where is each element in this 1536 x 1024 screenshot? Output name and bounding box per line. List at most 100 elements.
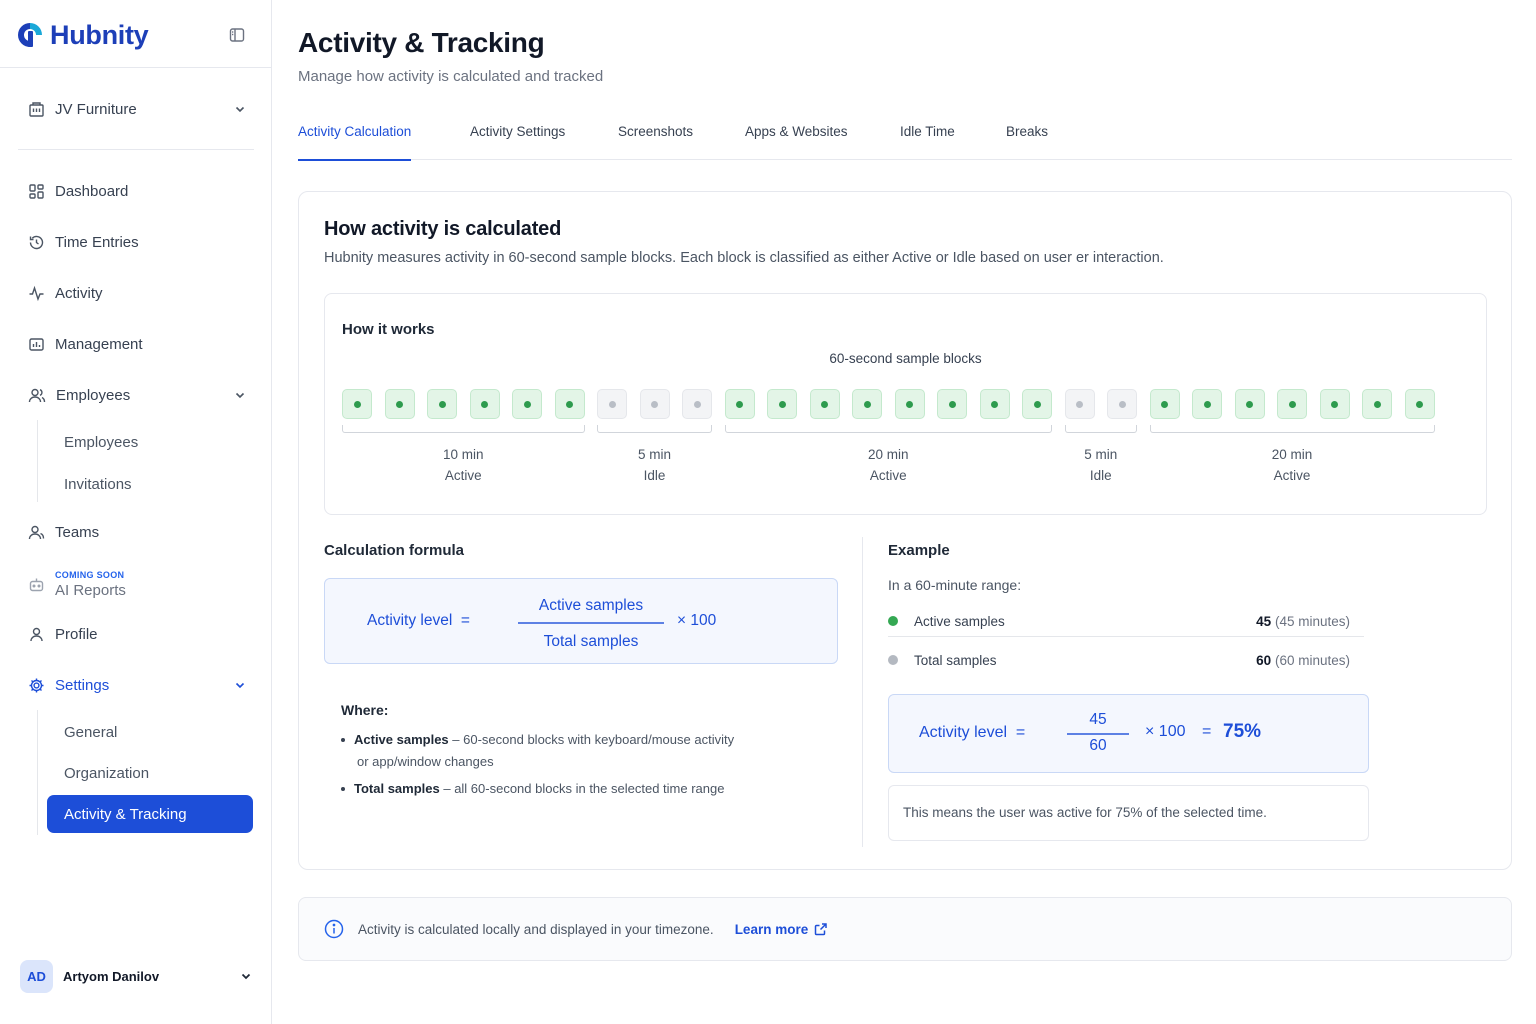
- tab-activity-calculation[interactable]: Activity Calculation: [298, 124, 412, 161]
- sample-block-idle: [682, 389, 712, 419]
- value-unit: (60 minutes): [1274, 652, 1350, 668]
- example-row-label: Active samples: [914, 613, 1005, 629]
- sidebar-item-dashboard[interactable]: Dashboard: [28, 178, 246, 204]
- segment-state: Idle: [643, 468, 666, 483]
- segment-bracket: [597, 425, 712, 433]
- example-result: 75%: [1223, 721, 1262, 742]
- avatar: AD: [20, 959, 53, 993]
- sidebar-item-employees[interactable]: Employees: [28, 382, 246, 408]
- sample-block-active: [427, 389, 457, 419]
- formula-box: Activity level = Active samples Total sa…: [324, 578, 838, 664]
- sample-dot: [991, 400, 998, 408]
- definition-active-samples: Active samples – 60-second blocks with k…: [341, 729, 771, 773]
- users-icon: [28, 388, 46, 402]
- sidebar-subitem-organization[interactable]: Organization: [64, 762, 149, 784]
- tab-activity-settings[interactable]: Activity Settings: [470, 124, 565, 160]
- sample-dot: [1288, 400, 1296, 408]
- example-numerator: 45: [1089, 711, 1107, 728]
- card-title: How activity is calculated: [324, 218, 562, 240]
- formula-lhs: Activity level =: [367, 612, 470, 629]
- sidebar-subitem-general[interactable]: General: [64, 721, 117, 743]
- workspace-switcher[interactable]: JV Furniture: [28, 96, 246, 122]
- sidebar-item-teams[interactable]: Teams: [28, 519, 246, 545]
- sample-dot: [1246, 400, 1253, 408]
- sample-dot: [353, 400, 361, 408]
- sidebar-item-label: Profile: [55, 625, 98, 643]
- workspace-name: JV Furniture: [55, 100, 137, 118]
- sample-block-active: [809, 389, 840, 419]
- info-banner: Activity is calculated locally and displ…: [298, 897, 1512, 961]
- segment-state: Active: [444, 468, 482, 483]
- sample-dot: [906, 400, 913, 408]
- brand-name: Hubnity: [50, 19, 149, 50]
- chevron-down-icon: [241, 973, 251, 980]
- bullet-dot: [341, 737, 345, 742]
- sidebar-subitem-employees[interactable]: Employees: [64, 431, 138, 453]
- definition-text: – 60-second blocks with keyboard/mouse a…: [448, 732, 735, 747]
- segment-bracket: [724, 425, 1052, 433]
- segment-label: 5 min Idle: [1041, 444, 1161, 486]
- example-lhs: Activity level =: [919, 724, 1026, 741]
- sample-dot: [438, 400, 446, 408]
- tab-screenshots[interactable]: Screenshots: [618, 124, 693, 160]
- tab-apps-websites[interactable]: Apps & Websites: [745, 124, 848, 160]
- tab-idle-time[interactable]: Idle Time: [900, 124, 955, 160]
- brand[interactable]: Hubnity: [16, 18, 149, 52]
- value-unit: (45 minutes): [1274, 613, 1350, 629]
- sidebar-item-activity[interactable]: Activity: [28, 280, 246, 306]
- sample-block-active: [724, 389, 755, 419]
- sample-dot: [566, 400, 573, 408]
- user-icon: [30, 627, 43, 641]
- segment-state: Idle: [1089, 468, 1112, 483]
- sample-block-active: [1234, 389, 1265, 419]
- sidebar-item-label: AI Reports: [55, 581, 126, 599]
- tab-breaks[interactable]: Breaks: [1006, 124, 1048, 160]
- sample-block-idle: [639, 389, 670, 419]
- sidebar-item-label: Activity: [55, 284, 103, 302]
- tab-bar: Activity Calculation Activity Settings S…: [298, 124, 1512, 161]
- learn-more-link[interactable]: Learn more: [735, 922, 829, 937]
- value-number: 45: [1256, 613, 1272, 629]
- sidebar-subitem-invitations[interactable]: Invitations: [64, 473, 132, 495]
- definition-total-samples: Total samples – all 60-second blocks in …: [341, 778, 771, 800]
- example-formula-box: Activity level = 45 60 × 100 = 75%: [888, 694, 1369, 773]
- sample-block-idle: [1107, 389, 1137, 419]
- sidebar-item-profile[interactable]: Profile: [28, 621, 246, 647]
- sample-block-active: [384, 389, 415, 419]
- user-menu[interactable]: AD Artyom Danilov: [20, 959, 252, 993]
- sidebar-item-label: Teams: [55, 523, 100, 541]
- sidebar-subitem-activity-tracking[interactable]: Activity & Tracking: [47, 795, 253, 833]
- sample-block-active: [554, 389, 585, 419]
- sample-dot: [481, 400, 488, 408]
- sample-dot: [1118, 400, 1126, 408]
- info-text: Activity is calculated locally and displ…: [358, 921, 714, 937]
- page-subtitle: Manage how activity is calculated and tr…: [298, 68, 604, 85]
- value-number: 60: [1256, 652, 1272, 668]
- chart-icon: [29, 337, 44, 351]
- sidebar-item-settings[interactable]: Settings: [28, 672, 246, 698]
- sidebar-item-ai-reports[interactable]: COMING SOON AI Reports: [28, 568, 246, 600]
- activity-calculation-card: How activity is calculated Hubnity measu…: [298, 191, 1512, 870]
- segment-state: Active: [869, 468, 907, 483]
- segment-state: Active: [1273, 468, 1311, 483]
- segment-label: 10 min Active: [403, 444, 523, 486]
- card-description: Hubnity measures activity in 60-second s…: [324, 250, 1164, 266]
- sample-block-active: [1149, 389, 1180, 419]
- workspace-divider: [18, 149, 254, 150]
- sample-dot: [948, 400, 956, 408]
- sample-block-active: [852, 389, 882, 419]
- sample-block-active: [512, 389, 542, 419]
- segment-label: 20 min Active: [828, 444, 948, 486]
- chevron-down-icon: [235, 392, 245, 399]
- sample-block-active: [342, 389, 372, 419]
- sidebar-item-label: Settings: [55, 676, 110, 694]
- sample-block-active: [1319, 389, 1350, 419]
- example-multiplier: × 100: [1145, 723, 1186, 740]
- sample-dot: [1203, 400, 1211, 408]
- sidebar-item-management[interactable]: Management: [28, 331, 246, 357]
- how-it-works-title: How it works: [342, 321, 435, 338]
- sample-block-idle: [597, 389, 627, 419]
- robot-icon: [29, 578, 44, 591]
- sidebar-item-time-entries[interactable]: Time Entries: [28, 229, 246, 255]
- sidebar-collapse-button[interactable]: [228, 26, 246, 44]
